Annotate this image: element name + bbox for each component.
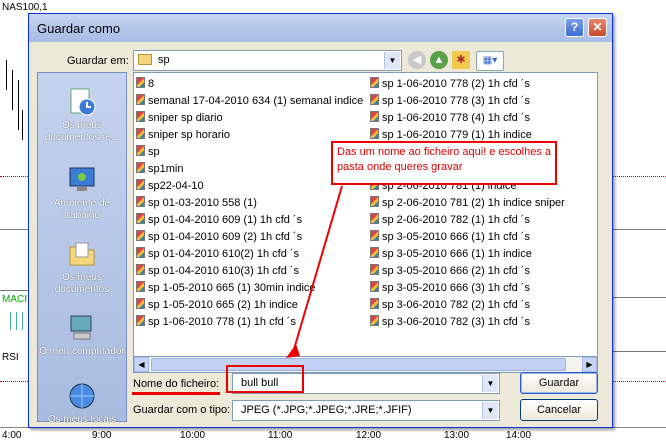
annotation-arrow <box>286 185 343 358</box>
